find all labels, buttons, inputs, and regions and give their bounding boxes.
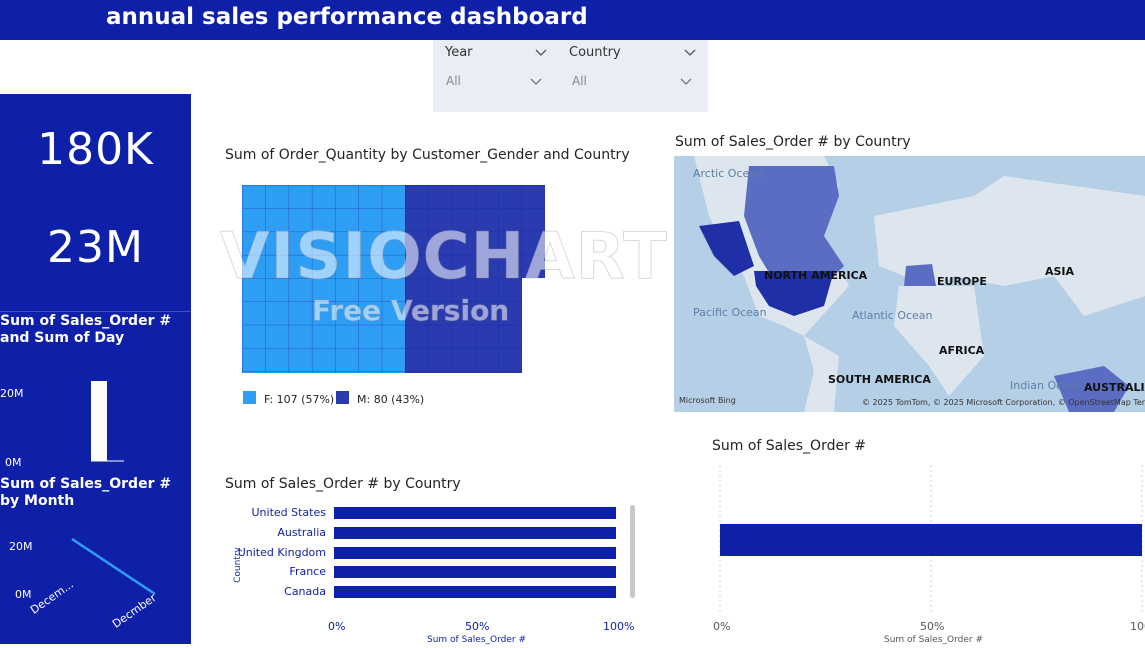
map-continent-label: AUSTRALIA [1084, 381, 1145, 394]
country-bar[interactable] [334, 526, 616, 539]
map-ocean-label: Indian Ocean [1010, 379, 1083, 392]
map-continent-label: SOUTH AMERICA [828, 373, 931, 386]
map-title: Sum of Sales_Order # by Country [675, 134, 911, 150]
map-continent-label: EUROPE [937, 275, 987, 288]
bar-chart-scrollbar[interactable] [630, 505, 635, 598]
kpi-order-quantity: 180K [37, 124, 154, 175]
panel-divider [0, 311, 191, 312]
month-chart-title: Sum of Sales_Order # by Month [0, 476, 172, 509]
day-chart [91, 381, 124, 462]
chevron-down-icon[interactable] [534, 47, 548, 57]
visiochart-watermark-sub: Free Version [311, 294, 510, 328]
country-slicer-label: Country [569, 45, 621, 60]
year-slicer-label: Year [445, 45, 473, 60]
legend-male-label[interactable]: M: 80 (43%) [357, 393, 424, 406]
visiochart-watermark: VISIOCHART [220, 220, 668, 295]
month-chart [71, 537, 156, 596]
country-bar-label: Australia [277, 525, 326, 539]
bar-chart-x-axis-title: Sum of Sales_Order # [427, 635, 527, 645]
country-bar[interactable] [334, 566, 616, 579]
total-sales-bar[interactable] [720, 524, 1142, 556]
map-ocean-label: Atlantic Ocean [852, 309, 933, 322]
chevron-down-icon[interactable] [529, 76, 543, 86]
legend-male-swatch [336, 391, 349, 404]
map-continent-label: NORTH AMERICA [764, 269, 868, 282]
legend-female-swatch [243, 391, 256, 404]
bar-chart-x-tick: 100% [603, 620, 635, 633]
dashboard-title: annual sales performance dashboard [106, 4, 588, 30]
country-bar-chart-title: Sum of Sales_Order # by Country [225, 476, 461, 492]
country-bar-label: United Kingdom [237, 545, 326, 559]
total-sales-chart [719, 465, 1143, 615]
bar-chart-x-tick: 50% [465, 620, 490, 633]
map-ocean-label: Arctic Ocean [693, 167, 763, 180]
country-bar-label: United States [251, 506, 327, 519]
total-chart-x-tick: 50% [920, 620, 945, 633]
bar-chart-x-tick: 0% [328, 620, 346, 633]
bing-logo: Microsoft Bing [679, 396, 736, 405]
legend-female-label[interactable]: F: 107 (57%) [264, 393, 334, 406]
country-bar[interactable] [334, 586, 616, 599]
chevron-down-icon[interactable] [683, 47, 697, 57]
country-bar-label: France [289, 565, 326, 579]
map-attribution[interactable]: © 2025 TomTom, © 2025 Microsoft Corporat… [862, 398, 1145, 407]
country-bar[interactable] [334, 507, 616, 519]
month-chart-line[interactable] [71, 537, 156, 596]
year-slicer-value: All [446, 74, 461, 88]
country-bar[interactable] [334, 546, 616, 559]
total-chart-x-tick: 0% [713, 620, 731, 633]
map-continent-label: AFRICA [939, 344, 985, 357]
country-slicer-value: All [572, 74, 587, 88]
map-continent-label: ASIA [1045, 265, 1075, 278]
country-bar-label: Canada [284, 585, 326, 599]
total-sales-chart-title: Sum of Sales_Order # [712, 438, 867, 454]
treemap-title: Sum of Order_Quantity by Customer_Gender… [225, 147, 630, 163]
total-chart-x-tick: 100 [1130, 620, 1145, 633]
kpi-sales-order: 23M [47, 222, 144, 273]
day-chart-title: Sum of Sales_Order # and Sum of Day [0, 313, 172, 346]
map-ocean-label: Pacific Ocean [693, 306, 767, 319]
day-chart-bar[interactable] [91, 381, 107, 461]
chevron-down-icon[interactable] [679, 76, 693, 86]
total-chart-x-axis-title: Sum of Sales_Order # [884, 635, 984, 645]
country-bar-chart: United States Australia United Kingdom Fran… [226, 505, 646, 615]
